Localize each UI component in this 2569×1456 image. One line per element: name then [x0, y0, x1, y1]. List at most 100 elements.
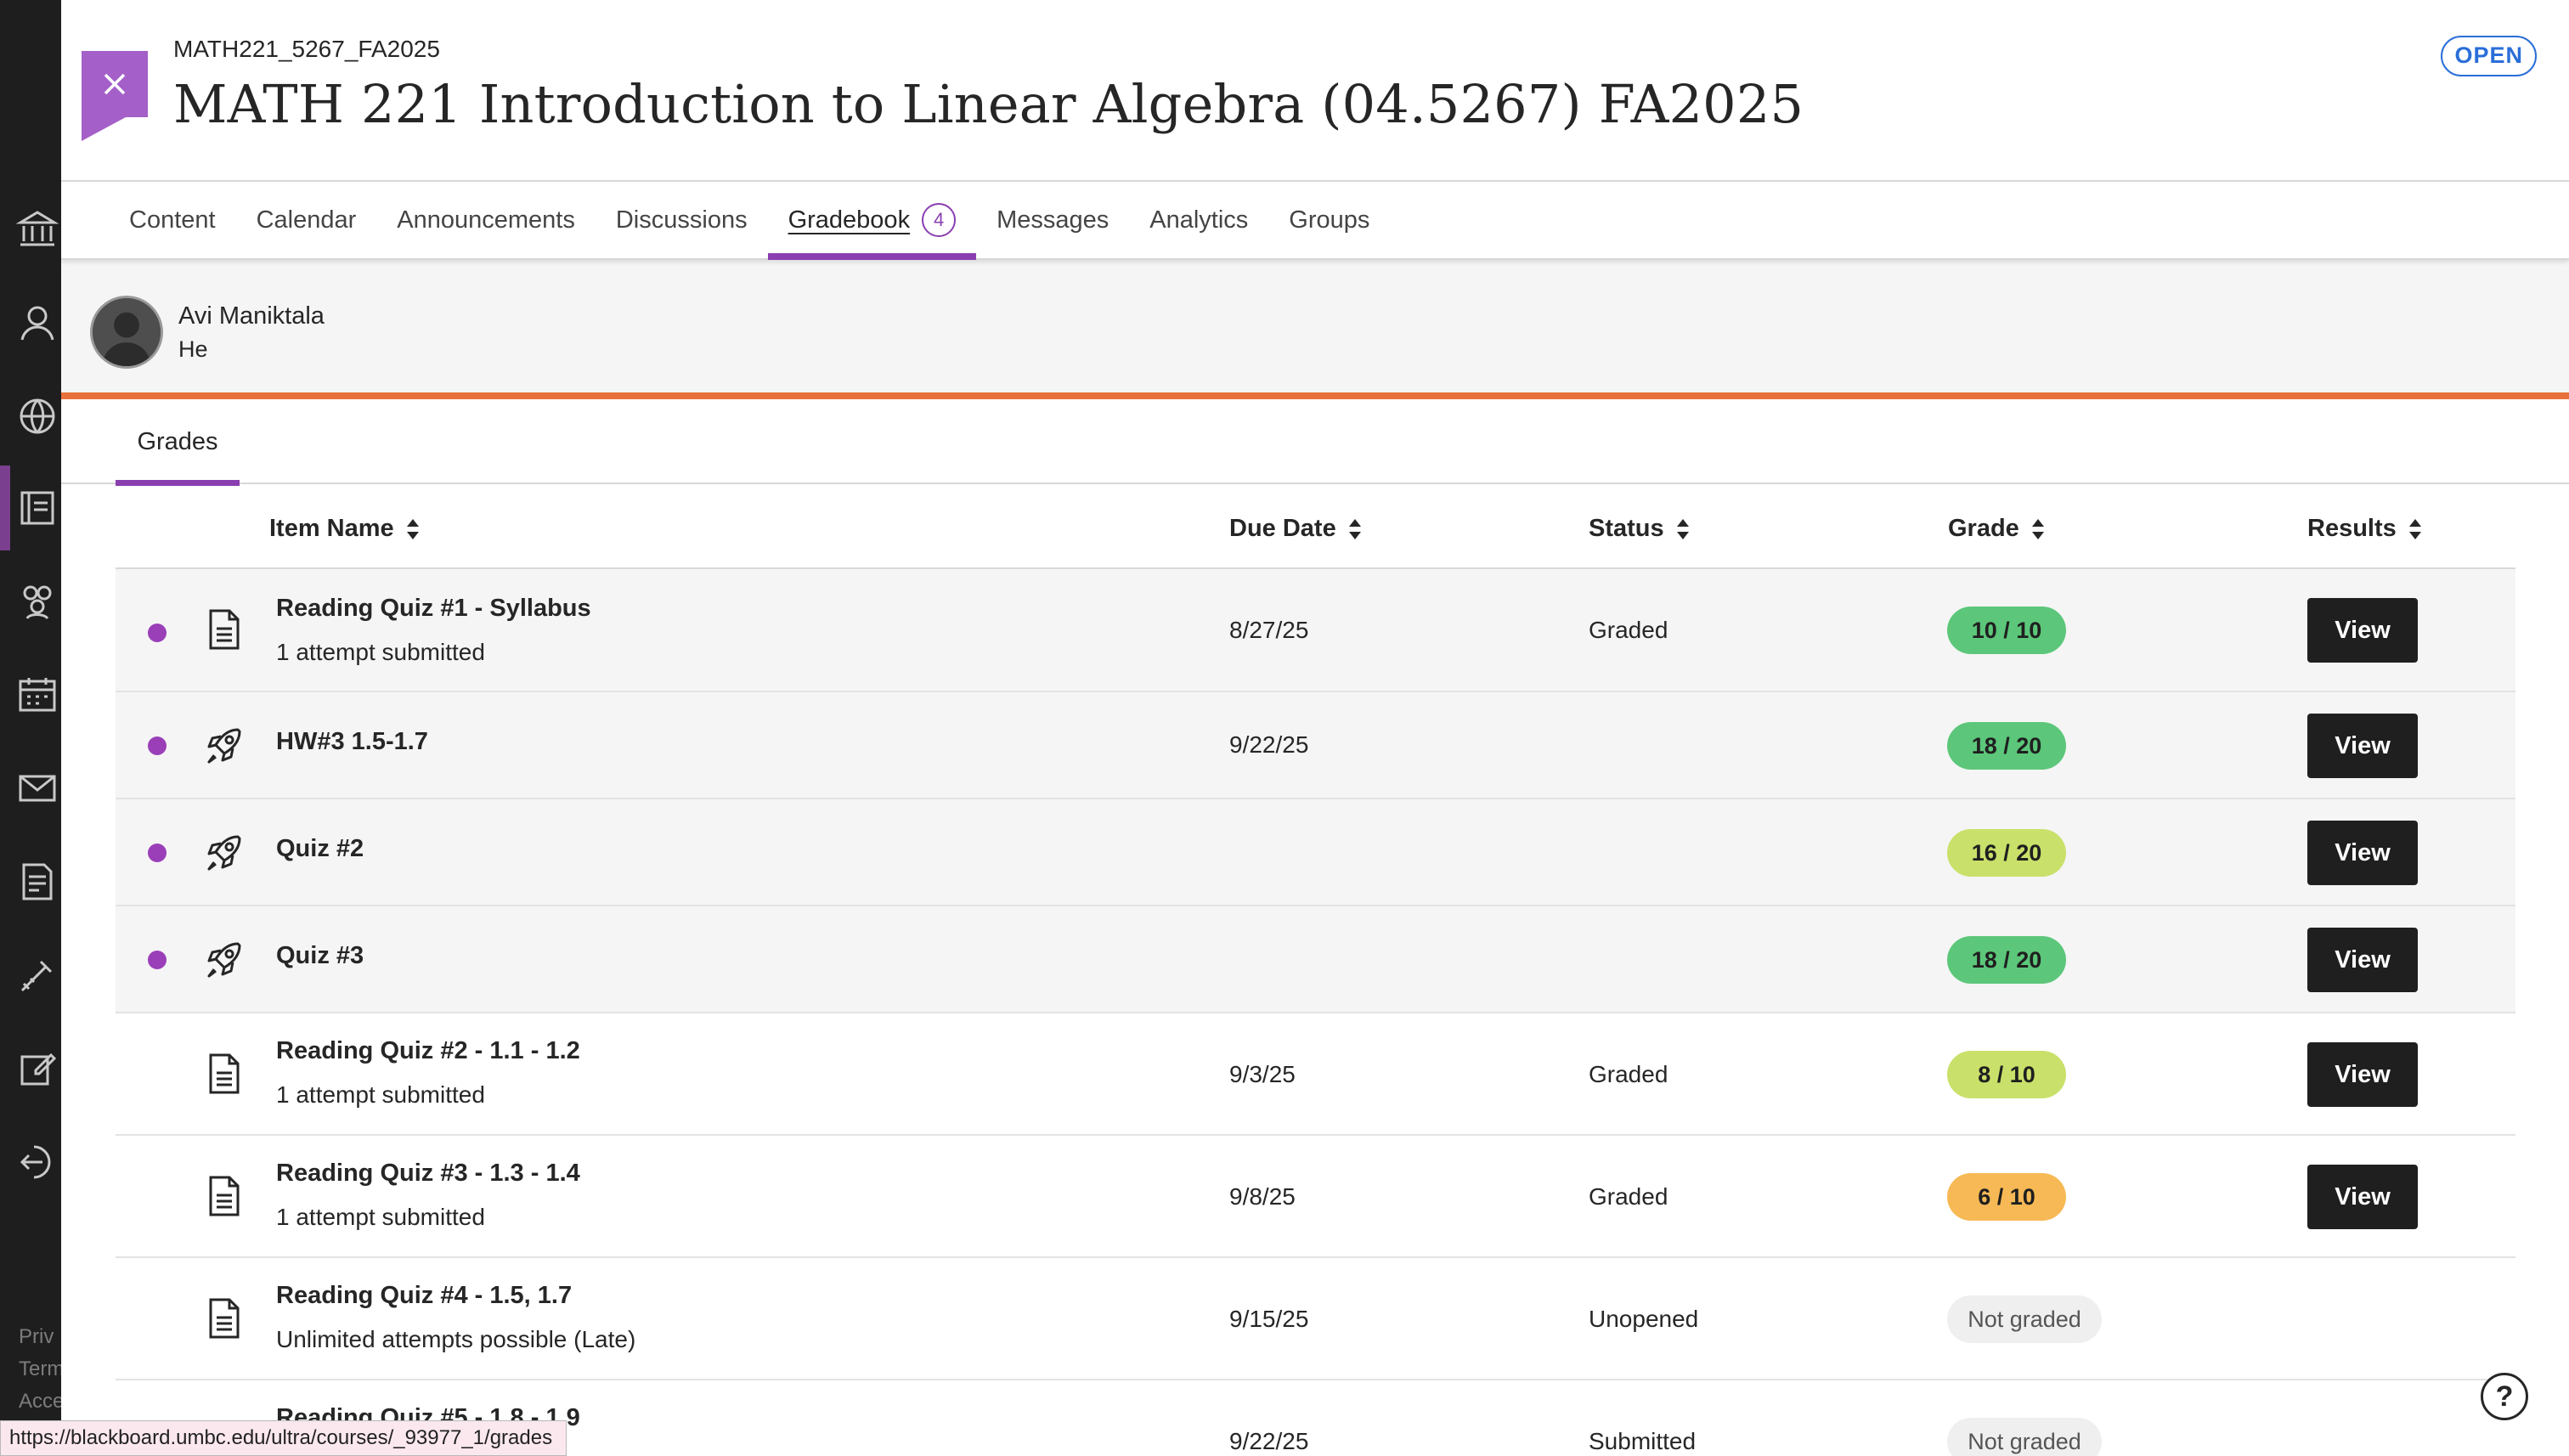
view-button[interactable]: View [2307, 928, 2418, 992]
document-icon [204, 1052, 245, 1095]
view-button[interactable]: View [2307, 821, 2418, 885]
due-date: 9/3/25 [1229, 1061, 1296, 1087]
institution-icon[interactable] [15, 207, 59, 251]
sign-out-icon[interactable] [15, 1140, 59, 1184]
grades-table: Item Name Due Date Status Grade Results … [116, 491, 2515, 1456]
sort-icon [2031, 518, 2045, 540]
due-date: 9/15/25 [1229, 1306, 1309, 1332]
due-date: 8/27/25 [1229, 617, 1309, 643]
close-icon [104, 73, 126, 95]
table-row[interactable]: Reading Quiz #2 - 1.1 - 1.2 1 attempt su… [116, 1013, 2515, 1136]
sort-icon [406, 518, 420, 540]
rail-footer-privacy[interactable]: Priv [19, 1325, 54, 1349]
rocket-icon [204, 939, 245, 981]
sort-icon [2408, 518, 2422, 540]
tab-calendar[interactable]: Calendar [236, 182, 377, 258]
messages-icon[interactable] [15, 766, 59, 810]
status-text: Graded [1589, 1183, 1668, 1210]
avatar-silhouette-icon [93, 298, 161, 366]
sort-icon [1676, 518, 1690, 540]
grade-pill[interactable]: 18 / 20 [1947, 722, 2066, 770]
help-icon: ? [2495, 1380, 2514, 1413]
item-title-link[interactable]: Reading Quiz #1 - Syllabus [276, 595, 591, 623]
column-header-label: Results [2307, 515, 2397, 542]
grade-pill[interactable]: 8 / 10 [1947, 1051, 2066, 1098]
help-button[interactable]: ? [2481, 1373, 2528, 1420]
status-text: Graded [1589, 1061, 1668, 1087]
column-header-grade[interactable]: Grade [1948, 515, 2045, 543]
item-title-link[interactable]: Reading Quiz #3 - 1.3 - 1.4 [276, 1160, 580, 1188]
view-button[interactable]: View [2307, 1042, 2418, 1107]
status-text: Graded [1589, 617, 1668, 643]
new-activity-dot [148, 736, 167, 755]
column-header-label: Due Date [1229, 515, 1336, 542]
globe-icon[interactable] [15, 394, 59, 438]
due-date: 9/22/25 [1229, 731, 1309, 758]
avatar [90, 296, 163, 369]
course-panel: MATH221_5267_FA2025 MATH 221 Introductio… [61, 0, 2569, 1456]
item-title-link[interactable]: HW#3 1.5-1.7 [276, 728, 428, 756]
rail-active-indicator [0, 466, 10, 550]
tab-label: Discussions [615, 206, 748, 234]
student-pronouns: He [178, 336, 208, 362]
table-row[interactable]: Reading Quiz #4 - 1.5, 1.7 Unlimited att… [116, 1258, 2515, 1380]
column-header-label: Status [1589, 515, 1664, 542]
courses-icon[interactable] [15, 486, 59, 530]
tab-grades[interactable]: Grades [116, 399, 240, 486]
grades-icon[interactable] [15, 860, 59, 904]
tab-analytics[interactable]: Analytics [1129, 182, 1268, 258]
column-header-due-date[interactable]: Due Date [1229, 515, 1362, 543]
rail-footer-accessibility[interactable]: Acce [19, 1390, 64, 1414]
item-title-link[interactable]: Reading Quiz #4 - 1.5, 1.7 [276, 1282, 572, 1310]
grade-pill[interactable]: 6 / 10 [1947, 1173, 2066, 1221]
gradebook-count-badge: 4 [922, 203, 957, 237]
view-button[interactable]: View [2307, 1165, 2418, 1229]
item-title-link[interactable]: Quiz #2 [276, 835, 364, 863]
course-open-badge[interactable]: OPEN [2441, 36, 2537, 76]
tools-icon[interactable] [15, 953, 59, 997]
tab-label: Groups [1289, 206, 1370, 234]
column-header-results[interactable]: Results [2307, 515, 2422, 543]
item-title-link[interactable]: Reading Quiz #2 - 1.1 - 1.2 [276, 1037, 580, 1065]
view-button[interactable]: View [2307, 714, 2418, 778]
column-header-status[interactable]: Status [1589, 515, 1690, 543]
rail-footer-terms[interactable]: Term [19, 1357, 64, 1381]
edit-icon[interactable] [15, 1047, 59, 1091]
profile-icon[interactable] [15, 301, 59, 345]
table-row[interactable]: Reading Quiz #3 - 1.3 - 1.4 1 attempt su… [116, 1136, 2515, 1258]
view-button[interactable]: View [2307, 598, 2418, 663]
table-row[interactable]: HW#3 1.5-1.7 9/22/25 18 / 20 View [116, 692, 2515, 799]
tab-label: Calendar [256, 206, 357, 234]
tab-content[interactable]: Content [109, 182, 236, 258]
calendar-icon[interactable] [15, 673, 59, 717]
grade-pill[interactable]: 10 / 10 [1947, 607, 2066, 654]
item-attempts: 1 attempt submitted [276, 1081, 485, 1108]
rocket-icon [204, 725, 245, 767]
column-header-item-name[interactable]: Item Name [269, 515, 420, 543]
new-activity-dot [148, 844, 167, 862]
table-row[interactable]: Reading Quiz #1 - Syllabus 1 attempt sub… [116, 569, 2515, 692]
close-panel-button[interactable] [82, 51, 148, 141]
tab-label: Messages [997, 206, 1109, 234]
table-row[interactable]: Quiz #2 16 / 20 View [116, 799, 2515, 906]
page-title: MATH 221 Introduction to Linear Algebra … [173, 73, 1804, 135]
table-row[interactable]: Quiz #3 18 / 20 View [116, 906, 2515, 1013]
organizations-icon[interactable] [15, 579, 59, 624]
status-bar-url: https://blackboard.umbc.edu/ultra/course… [0, 1420, 567, 1456]
column-header-label: Item Name [269, 515, 394, 542]
tab-gradebook[interactable]: Gradebook 4 [767, 182, 977, 260]
tab-discussions[interactable]: Discussions [596, 182, 768, 258]
new-activity-dot [148, 951, 167, 969]
item-attempts: Unlimited attempts possible (Late) [276, 1326, 636, 1352]
tab-groups[interactable]: Groups [1268, 182, 1390, 258]
grade-pill[interactable]: 16 / 20 [1947, 829, 2066, 877]
status-text: Unopened [1589, 1306, 1699, 1332]
due-date: 9/22/25 [1229, 1428, 1309, 1454]
tab-announcements[interactable]: Announcements [376, 182, 596, 258]
table-header: Item Name Due Date Status Grade Results [116, 491, 2515, 569]
student-header: Avi Maniktala He [61, 260, 2569, 398]
tab-messages[interactable]: Messages [976, 182, 1129, 258]
item-title-link[interactable]: Quiz #3 [276, 942, 364, 970]
grade-pill: Not graded [1947, 1295, 2102, 1343]
grade-pill[interactable]: 18 / 20 [1947, 936, 2066, 984]
